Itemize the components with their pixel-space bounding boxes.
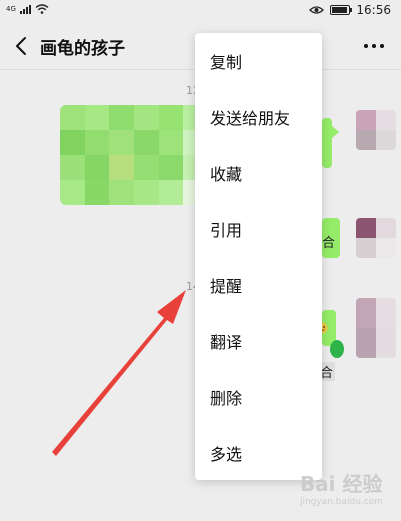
watermark: Bai 经验 jingyan.baidu.com (300, 468, 383, 507)
message-context-menu: 复制 发送给朋友 收藏 引用 提醒 翻译 删除 多选 (195, 33, 322, 480)
menu-item-quote[interactable]: 引用 (195, 201, 322, 257)
menu-item-remind[interactable]: 提醒 (195, 257, 322, 313)
menu-item-send-to-friend[interactable]: 发送给朋友 (195, 89, 322, 145)
watermark-sub: jingyan.baidu.com (299, 497, 383, 507)
menu-item-copy[interactable]: 复制 (195, 33, 322, 89)
menu-item-favorite[interactable]: 收藏 (195, 145, 322, 201)
menu-item-translate[interactable]: 翻译 (195, 313, 322, 369)
watermark-text: Bai 经验 (299, 472, 383, 496)
menu-item-delete[interactable]: 删除 (195, 369, 322, 425)
